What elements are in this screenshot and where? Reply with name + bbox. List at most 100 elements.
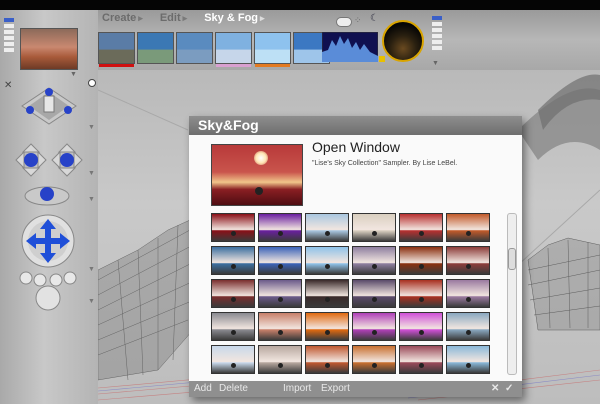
preset-sphere <box>372 231 377 236</box>
sky-preset-thumbnail[interactable] <box>305 279 349 308</box>
sky-preset-thumbnail[interactable] <box>258 312 302 341</box>
preset-sphere <box>419 231 424 236</box>
selected-sky-preview[interactable] <box>211 144 303 206</box>
moon-icon[interactable]: ☾ <box>370 13 379 24</box>
cloud-icon[interactable] <box>336 17 352 27</box>
sky-preset-thumbnail[interactable] <box>211 345 255 374</box>
sky-preset-thumbnail[interactable] <box>352 213 396 242</box>
toolbar-sky-thumbnail[interactable] <box>176 32 213 64</box>
sky-sphere-dial[interactable] <box>382 20 424 62</box>
thumbnail-color-bar <box>99 64 134 67</box>
preset-sphere <box>372 363 377 368</box>
top-toolbar: Create ▸ Edit ▸ Sky & Fog ▸ ⁘ ☾ ▼ <box>98 10 600 70</box>
toolbar-sky-thumbnail[interactable] <box>98 32 135 67</box>
sky-preset-thumbnail[interactable] <box>446 345 490 374</box>
sky-preset-thumbnail[interactable] <box>352 345 396 374</box>
scene-preview-thumbnail[interactable] <box>20 28 78 70</box>
left-tool-panel: ▼ ✕ ▼ ▼ ▼ ▼ ▼ <box>0 10 98 404</box>
sky-preset-thumbnail[interactable] <box>211 246 255 275</box>
rotate-tool-icon[interactable] <box>22 180 72 210</box>
preset-sphere <box>278 264 283 269</box>
preset-sphere <box>466 264 471 269</box>
move-tool-icon[interactable] <box>6 136 90 184</box>
preset-sphere <box>325 231 330 236</box>
cancel-button[interactable]: ✕ <box>491 381 499 397</box>
preset-sphere <box>419 363 424 368</box>
open-window-title: Open Window <box>312 139 400 155</box>
dialog-title: Sky&Fog <box>189 116 522 135</box>
sky-preset-thumbnail[interactable] <box>258 213 302 242</box>
sky-preset-thumbnail[interactable] <box>446 213 490 242</box>
preset-sphere <box>466 363 471 368</box>
preset-sphere <box>325 330 330 335</box>
preset-sphere <box>419 297 424 302</box>
collection-description: "Lise's Sky Collection" Sampler. By Lise… <box>312 160 458 167</box>
toolbar-dropdown-icon[interactable]: ▼ <box>432 60 439 67</box>
sky-preset-thumbnail[interactable] <box>446 312 490 341</box>
toolbar-sky-thumbnail[interactable] <box>254 32 291 67</box>
camera-tool-dropdown-icon[interactable]: ▼ <box>88 124 95 131</box>
trackball-icon[interactable] <box>20 213 76 269</box>
move-tool-dropdown-icon[interactable]: ▼ <box>88 170 95 177</box>
sky-thumbnail-strip <box>98 32 330 67</box>
sun-glow <box>254 151 268 165</box>
preset-sphere <box>325 264 330 269</box>
preset-sphere <box>466 330 471 335</box>
sky-preset-thumbnail[interactable] <box>258 345 302 374</box>
sky-preset-thumbnail[interactable] <box>258 246 302 275</box>
close-icon[interactable]: ✕ <box>4 80 12 91</box>
sky-preset-thumbnail[interactable] <box>211 312 255 341</box>
sky-preset-thumbnail[interactable] <box>446 279 490 308</box>
zoom-dropdown-icon[interactable]: ▼ <box>88 298 95 305</box>
scene-preview-dropdown-icon[interactable]: ▼ <box>70 71 77 78</box>
sky-preset-thumbnail[interactable] <box>258 279 302 308</box>
fog-level-meter[interactable] <box>432 16 442 62</box>
render-indicator-icon[interactable] <box>88 79 96 87</box>
preset-sphere <box>466 297 471 302</box>
light-level-meter[interactable] <box>4 18 14 62</box>
sky-preset-thumbnail[interactable] <box>446 246 490 275</box>
delete-button[interactable]: Delete <box>219 381 248 397</box>
sky-preset-thumbnail[interactable] <box>305 246 349 275</box>
top-strip <box>0 0 600 10</box>
add-button[interactable]: Add <box>194 381 212 397</box>
trackball-dropdown-icon[interactable]: ▼ <box>88 266 95 273</box>
sky-preset-thumbnail[interactable] <box>305 213 349 242</box>
sky-preset-thumbnail[interactable] <box>399 345 443 374</box>
preset-sphere <box>325 297 330 302</box>
sky-histogram[interactable] <box>322 32 378 62</box>
dialog-body: Open Window "Lise's Sky Collection" Samp… <box>189 135 522 381</box>
toolbar-sky-thumbnail[interactable] <box>215 32 252 67</box>
scrollbar-thumb[interactable] <box>508 248 516 270</box>
stars-icon[interactable]: ⁘ <box>354 15 362 26</box>
import-button[interactable]: Import <box>283 381 311 397</box>
sky-preset-thumbnail[interactable] <box>352 246 396 275</box>
toolbar-sky-thumbnail[interactable] <box>137 32 174 64</box>
sky-preset-thumbnail[interactable] <box>211 213 255 242</box>
sky-preset-thumbnail[interactable] <box>399 246 443 275</box>
ok-button[interactable]: ✓ <box>505 381 513 397</box>
sky-preset-thumbnail[interactable] <box>399 213 443 242</box>
sky-preset-thumbnail[interactable] <box>305 345 349 374</box>
zoom-balls-icon[interactable] <box>16 268 80 316</box>
camera-tool-icon[interactable] <box>14 84 84 130</box>
breadcrumb-create[interactable]: Create ▸ <box>102 12 143 24</box>
breadcrumb-edit[interactable]: Edit ▸ <box>160 12 187 24</box>
sky-preset-thumbnail[interactable] <box>352 312 396 341</box>
sky-preset-thumbnail[interactable] <box>352 279 396 308</box>
preset-sphere <box>231 264 236 269</box>
preset-sphere <box>419 264 424 269</box>
preset-scrollbar[interactable] <box>507 213 517 375</box>
export-button[interactable]: Export <box>321 381 350 397</box>
breadcrumb-current: Sky & Fog ▸ <box>204 12 265 24</box>
preset-sphere <box>231 297 236 302</box>
preset-sphere <box>278 231 283 236</box>
sky-preset-thumbnail[interactable] <box>399 279 443 308</box>
sky-preset-thumbnail[interactable] <box>305 312 349 341</box>
thumbnail-color-bar <box>216 64 251 67</box>
sky-preset-thumbnail[interactable] <box>211 279 255 308</box>
rotate-tool-dropdown-icon[interactable]: ▼ <box>88 196 95 203</box>
sky-preset-thumbnail[interactable] <box>399 312 443 341</box>
preset-sphere <box>231 330 236 335</box>
histogram-color-swatch[interactable] <box>379 56 385 62</box>
